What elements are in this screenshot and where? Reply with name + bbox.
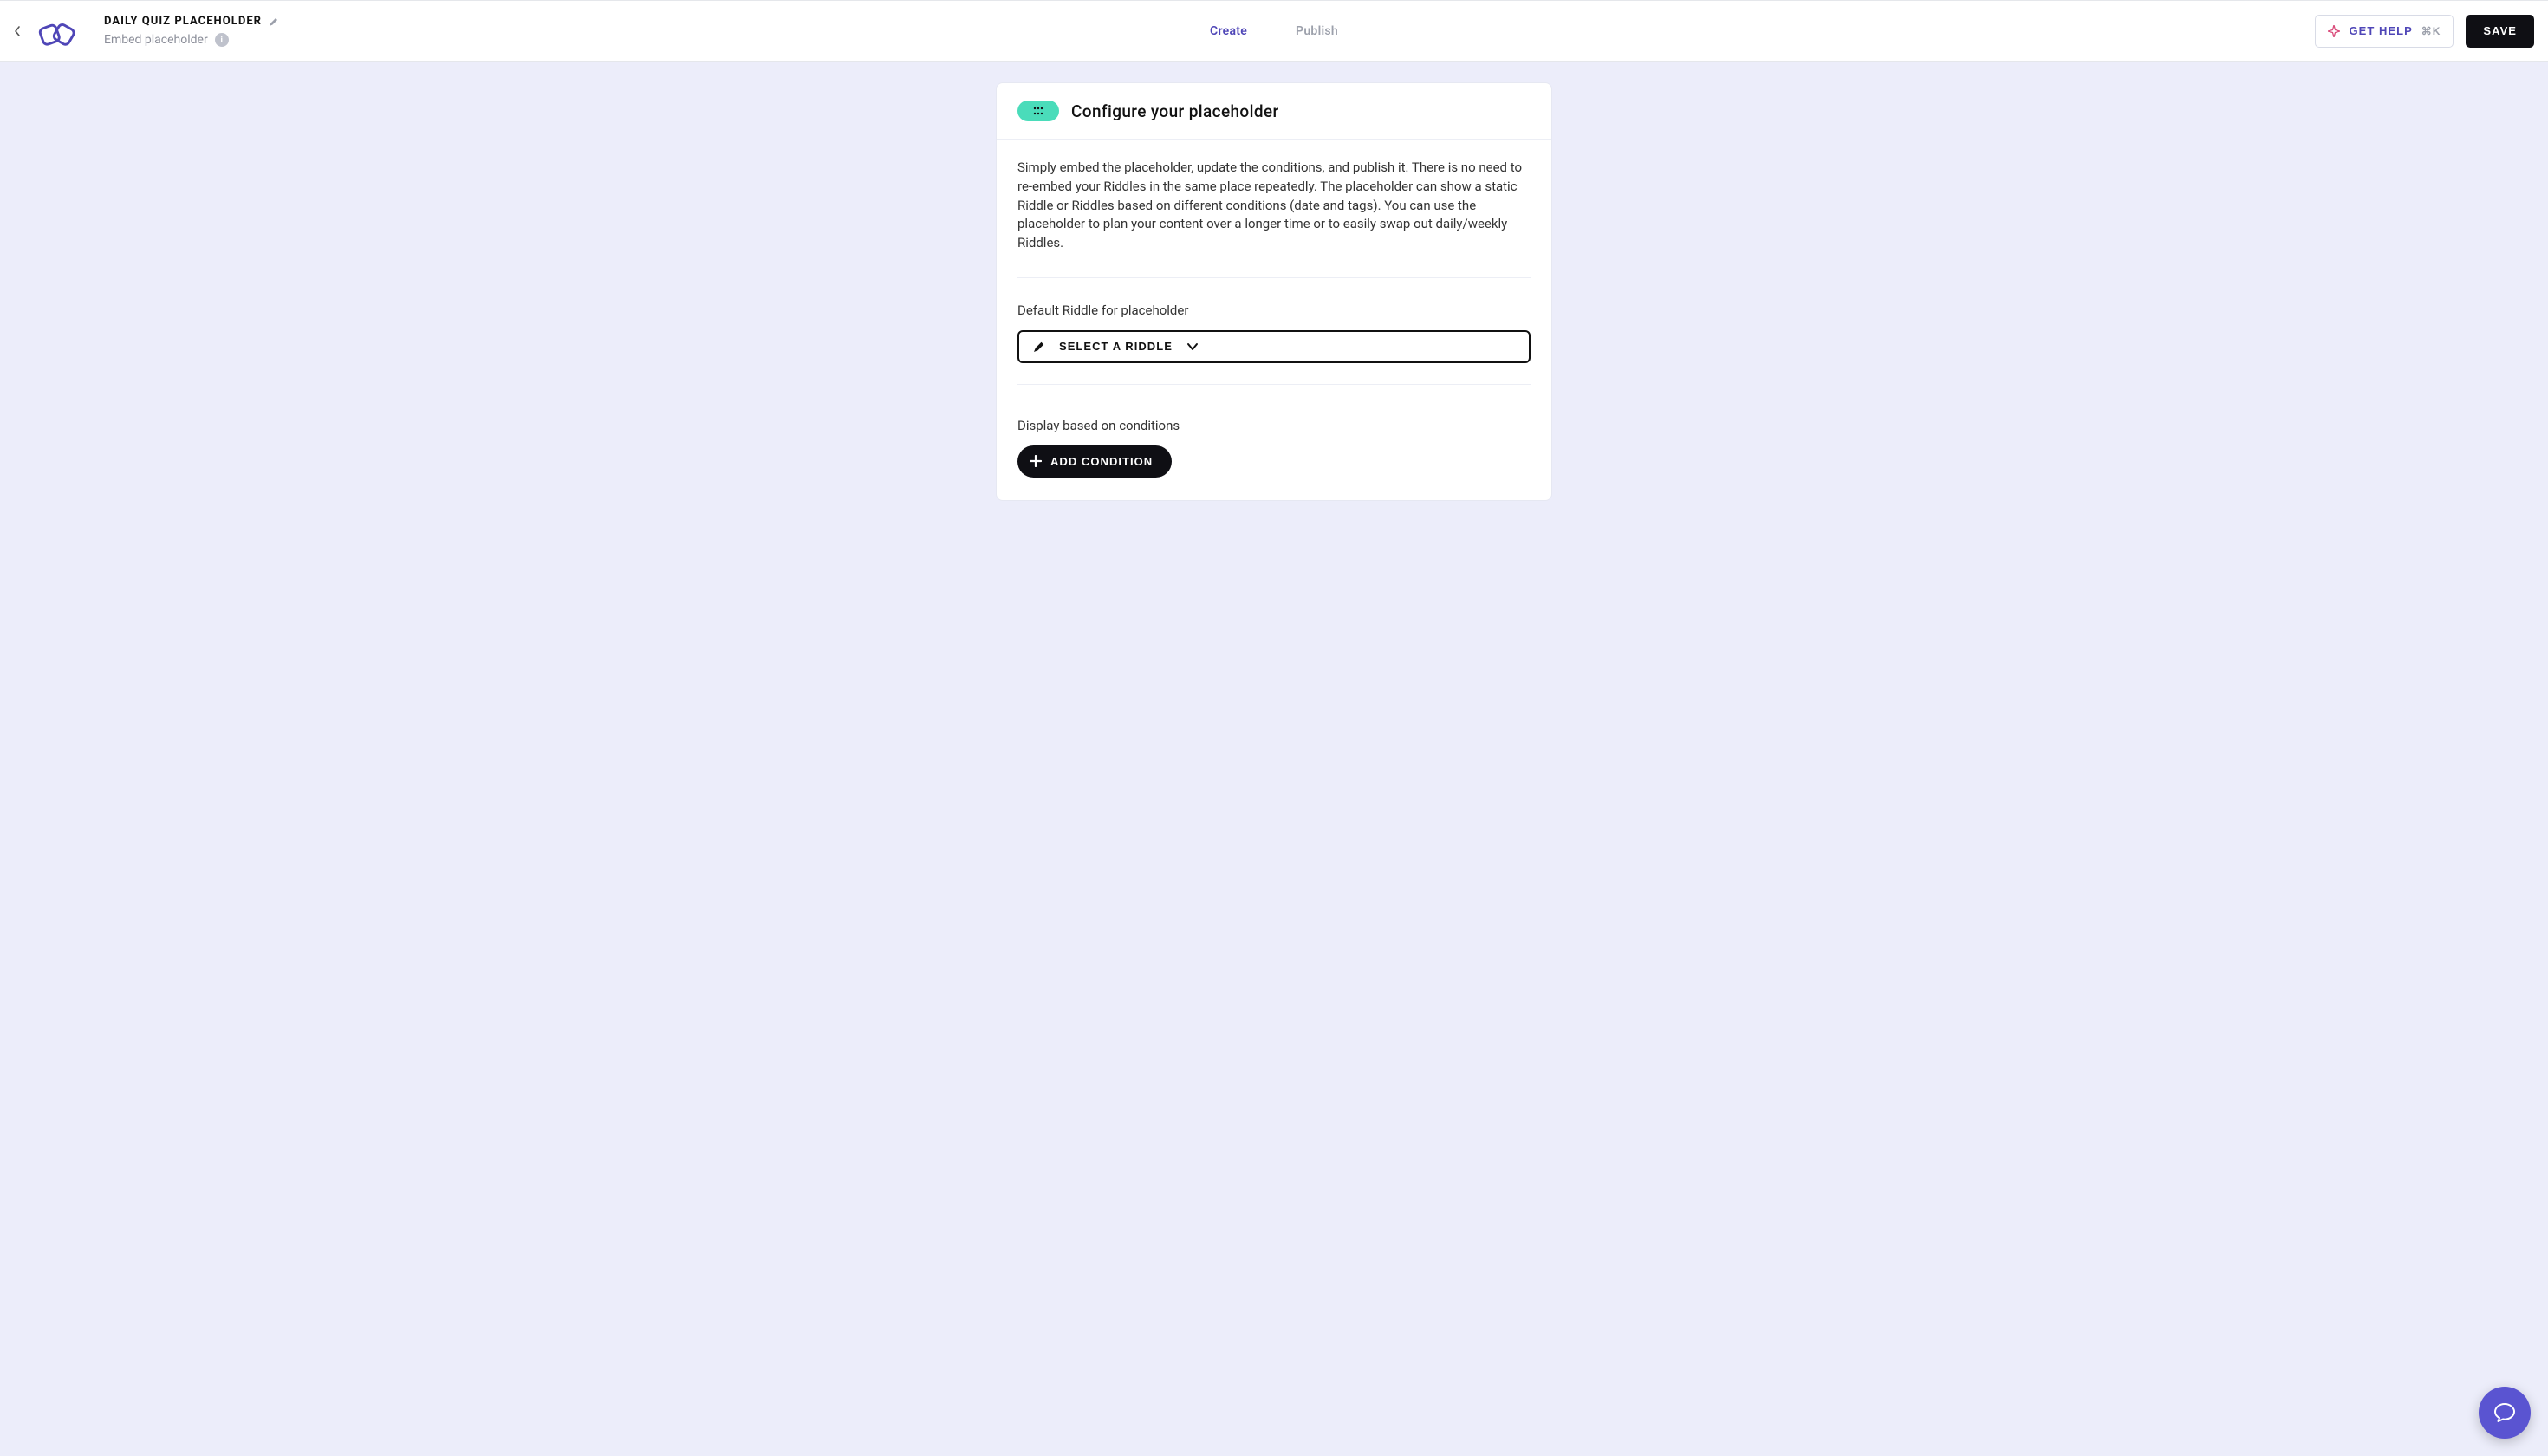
header-right: GET HELP ⌘K SAVE — [2315, 15, 2534, 48]
card-description: Simply embed the placeholder, update the… — [1017, 159, 1531, 253]
card-header: Configure your placeholder — [997, 83, 1551, 140]
tab-create[interactable]: Create — [1210, 24, 1247, 38]
sparkle-icon — [2328, 25, 2340, 37]
info-icon[interactable]: i — [215, 33, 229, 47]
get-help-button[interactable]: GET HELP ⌘K — [2315, 15, 2454, 48]
drag-handle-icon — [1033, 107, 1043, 115]
page-subtitle: Embed placeholder — [104, 33, 208, 47]
add-condition-label: ADD CONDITION — [1050, 455, 1153, 468]
pencil-icon — [1033, 341, 1045, 353]
get-help-label: GET HELP — [2349, 24, 2412, 37]
page-title: DAILY QUIZ PLACEHOLDER — [104, 15, 262, 28]
title-block: DAILY QUIZ PLACEHOLDER Embed placeholder… — [104, 15, 279, 47]
card-title: Configure your placeholder — [1071, 101, 1279, 121]
chevron-left-icon — [13, 25, 22, 37]
chevron-down-icon — [1186, 342, 1199, 351]
select-riddle-dropdown[interactable]: SELECT A RIDDLE — [1017, 330, 1531, 363]
tab-publish[interactable]: Publish — [1296, 24, 1338, 38]
plus-icon — [1030, 455, 1042, 467]
app-header: DAILY QUIZ PLACEHOLDER Embed placeholder… — [0, 0, 2548, 62]
subtitle-row: Embed placeholder i — [104, 33, 279, 47]
edit-title-button[interactable] — [269, 16, 279, 27]
riddle-logo-icon — [35, 14, 80, 49]
config-card: Configure your placeholder Simply embed … — [996, 82, 1552, 501]
pencil-icon — [269, 16, 279, 27]
save-button[interactable]: SAVE — [2466, 15, 2534, 48]
drag-handle-pill[interactable] — [1017, 101, 1059, 121]
get-help-shortcut: ⌘K — [2421, 25, 2441, 37]
chat-fab[interactable] — [2479, 1387, 2531, 1439]
divider — [1017, 277, 1531, 278]
main-content: Configure your placeholder Simply embed … — [0, 62, 2548, 536]
card-body: Simply embed the placeholder, update the… — [997, 140, 1551, 500]
app-logo[interactable] — [35, 9, 80, 54]
header-left: DAILY QUIZ PLACEHOLDER Embed placeholder… — [7, 9, 279, 54]
select-riddle-label: SELECT A RIDDLE — [1059, 340, 1173, 353]
header-tabs: Create Publish — [1210, 1, 1338, 61]
conditions-label: Display based on conditions — [1017, 418, 1531, 433]
default-riddle-label: Default Riddle for placeholder — [1017, 302, 1531, 318]
chat-icon — [2493, 1401, 2517, 1425]
divider — [1017, 384, 1531, 385]
title-row: DAILY QUIZ PLACEHOLDER — [104, 15, 279, 28]
add-condition-button[interactable]: ADD CONDITION — [1017, 445, 1172, 478]
back-button[interactable] — [7, 21, 28, 42]
